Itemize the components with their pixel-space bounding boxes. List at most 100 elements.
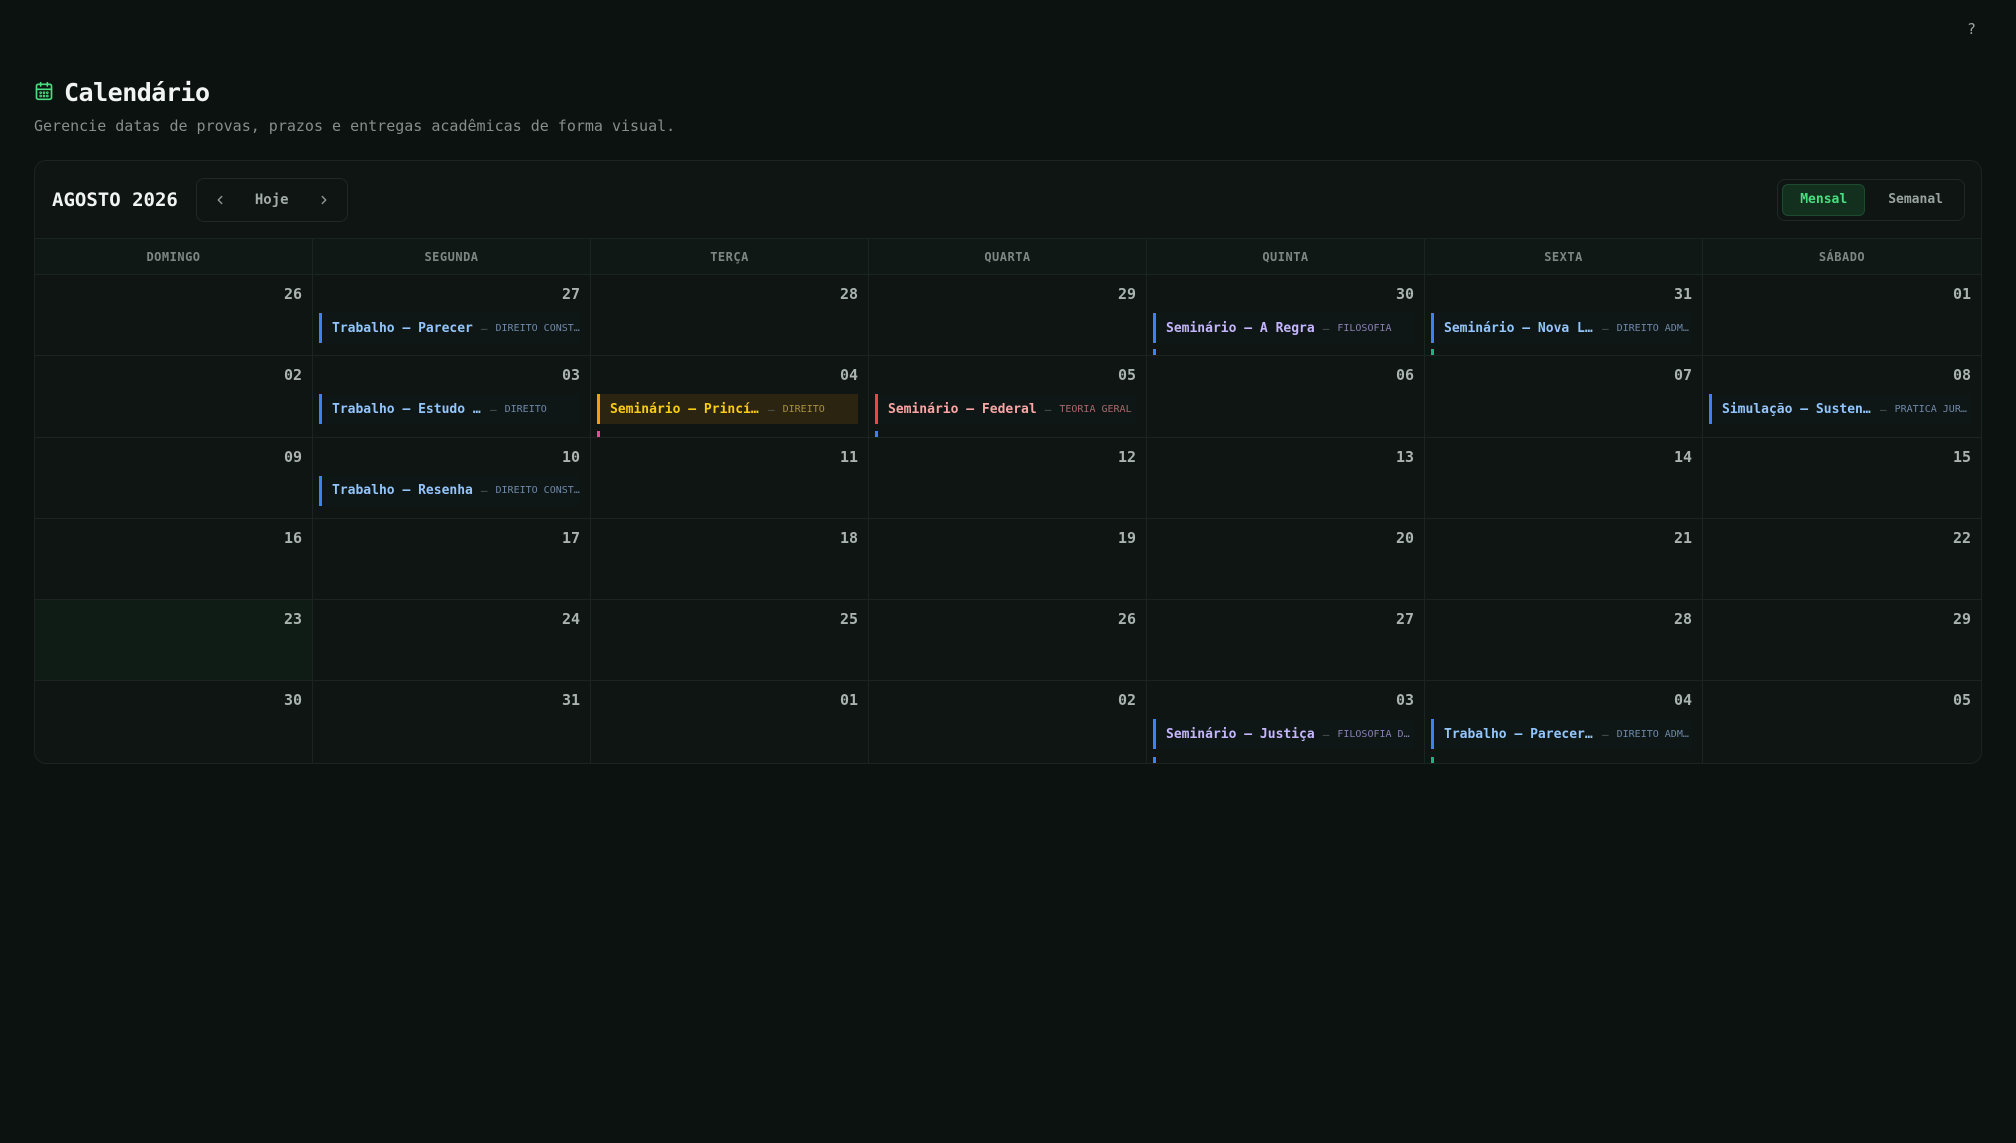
event-separator: — [1602, 321, 1609, 335]
event-separator: — [768, 402, 775, 416]
event-title: Trabalho — Parecer sobre [1444, 726, 1594, 742]
day-cell[interactable]: 06 [1147, 356, 1425, 438]
day-number: 08 [1952, 366, 1971, 385]
day-number: 26 [283, 285, 302, 303]
day-cell[interactable]: 15 [1703, 438, 1981, 519]
event-subject: FILOSOFIA DO DIREITO [1337, 728, 1414, 740]
event-separator: — [1880, 402, 1887, 416]
day-cell[interactable]: 07 [1425, 356, 1703, 438]
event-indicator-dot [875, 430, 878, 437]
day-number: 23 [283, 610, 302, 629]
month-label: AGOSTO 2026 [52, 188, 178, 211]
day-cell[interactable]: 30 [35, 681, 313, 763]
today-button[interactable]: Hoje [235, 192, 309, 208]
weekday-label: TERÇA [591, 239, 869, 274]
day-number: 29 [1952, 610, 1971, 629]
day-number: 09 [283, 447, 302, 466]
day-number: 05 [1117, 366, 1136, 385]
prev-month-button[interactable] [205, 185, 235, 215]
day-cell[interactable]: 14 [1425, 437, 1703, 519]
day-number: 06 [1395, 366, 1414, 385]
next-month-button[interactable] [309, 185, 339, 215]
calendar-event[interactable]: Seminário — Justiça — FILOSOFIA DO DIREITO [1153, 719, 1414, 750]
day-number: 19 [1117, 528, 1136, 547]
day-cell[interactable]: 29 [1703, 600, 1981, 682]
day-cell[interactable]: 27 [1147, 600, 1425, 682]
event-subject: FILOSOFIA [1337, 322, 1392, 334]
day-cell[interactable]: 27 Trabalho — Parecer — DIREITO CONSTITUCIO… [313, 275, 591, 357]
help-button[interactable]: ? [1967, 20, 1976, 38]
day-cell[interactable]: 25 [591, 600, 869, 682]
day-cell[interactable]: 28 [1425, 600, 1703, 682]
day-cell[interactable]: 28 [591, 275, 869, 357]
day-cell[interactable]: 18 [591, 518, 869, 601]
calendar-event[interactable]: Trabalho — Resenha — DIREITO CONSTITUCIONA… [319, 475, 580, 506]
day-cell[interactable]: 10 Trabalho — Resenha — DIREITO CONSTITUCIO… [313, 437, 591, 519]
weekday-label: SEGUNDA [313, 239, 591, 274]
day-cell[interactable]: 16 [35, 518, 313, 601]
calendar-grid: 26 27 Trabalho — Parecer — DIREITO CONSTITUC… [35, 275, 1981, 763]
day-cell[interactable]: 22 [1703, 519, 1981, 601]
day-number: 07 [1673, 366, 1692, 385]
event-indicator-dot [1153, 756, 1156, 763]
calendar-event[interactable]: Trabalho — Parecer sobre — DIREITO ADMINIS… [1431, 719, 1692, 750]
day-cell[interactable]: 02 [869, 681, 1147, 763]
calendar-event[interactable]: Trabalho — Parecer — DIREITO CONSTITUCIONA… [319, 313, 580, 343]
calendar-event[interactable]: Simulação — Sustentação — PRÁTICA JURÍDICA [1709, 394, 1971, 425]
event-title: Trabalho — Resenha [332, 483, 473, 499]
event-subject: DIREITO [782, 403, 825, 415]
event-title: Seminário — Federal [888, 401, 1037, 417]
day-cell[interactable]: 24 [313, 600, 591, 682]
chevron-right-icon [321, 195, 327, 204]
event-subject: DIREITO CONSTITUCIONAL [495, 485, 580, 497]
page-title: Calendário [64, 78, 210, 107]
calendar-toolbar: AGOSTO 2026 Hoje Mensal Semanal [35, 161, 1981, 239]
event-title: Seminário — A Regra [1166, 320, 1315, 336]
day-cell[interactable]: 31 Seminário — Nova Lei — DIREITO ADMINISTR… [1425, 275, 1703, 357]
day-cell[interactable]: 04 Trabalho — Parecer sobre — DIREITO ADMIN… [1425, 681, 1703, 763]
calendar-event[interactable]: Seminário — A Regra — FILOSOFIA [1153, 313, 1414, 343]
view-monthly-button[interactable]: Mensal [1782, 183, 1866, 216]
day-cell[interactable]: 29 [869, 275, 1147, 357]
day-cell[interactable]: 03 Seminário — Justiça — FILOSOFIA DO DIREI… [1147, 681, 1425, 763]
day-cell[interactable]: 03 Trabalho — Estudo de Caso — DIREITO [313, 356, 591, 438]
day-cell-today[interactable]: 23 [35, 600, 313, 682]
day-number: 13 [1395, 447, 1414, 466]
day-cell[interactable]: 26 [869, 600, 1147, 682]
day-cell[interactable]: 21 [1425, 518, 1703, 601]
weekday-header: DOMINGO SEGUNDA TERÇA QUARTA QUINTA SEXT… [35, 239, 1981, 275]
day-cell[interactable]: 05 Seminário — Federal — TEORIA GERAL [869, 356, 1147, 438]
day-number: 11 [839, 447, 858, 466]
day-number: 21 [1673, 528, 1692, 547]
day-cell[interactable]: 05 [1703, 681, 1981, 762]
day-number: 27 [1395, 610, 1414, 629]
event-title: Seminário — Nova Lei [1444, 320, 1594, 336]
view-weekly-button[interactable]: Semanal [1871, 184, 1960, 216]
day-cell[interactable]: 12 [869, 437, 1147, 519]
day-cell[interactable]: 19 [869, 518, 1147, 601]
day-cell[interactable]: 17 [313, 518, 591, 601]
day-cell[interactable]: 04 Seminário — Princípio — DIREITO [591, 356, 869, 438]
day-cell[interactable]: 31 [313, 681, 591, 763]
day-number: 01 [839, 691, 858, 710]
day-cell[interactable]: 01 [591, 681, 869, 763]
day-cell[interactable]: 20 [1147, 518, 1425, 601]
calendar-card: AGOSTO 2026 Hoje Mensal Semanal DOMINGO … [34, 160, 1982, 764]
day-cell[interactable]: 09 [35, 437, 313, 519]
day-cell[interactable]: 01 [1703, 275, 1981, 357]
event-separator: — [1602, 727, 1609, 741]
day-cell[interactable]: 11 [591, 437, 869, 519]
day-cell[interactable]: 02 [35, 356, 313, 438]
calendar-event[interactable]: Trabalho — Estudo de Caso — DIREITO [319, 394, 580, 425]
day-cell[interactable]: 26 [35, 275, 313, 357]
calendar-event[interactable]: Seminário — Nova Lei — DIREITO ADMINISTRAT… [1431, 313, 1692, 343]
day-cell[interactable]: 30 Seminário — A Regra — FILOSOFIA [1147, 275, 1425, 357]
day-number: 03 [1395, 691, 1414, 710]
calendar-event[interactable]: Seminário — Federal — TEORIA GERAL [875, 394, 1136, 425]
event-subject: DIREITO ADMINISTRATIVO [1616, 322, 1692, 334]
month-navigation: Hoje [195, 177, 348, 222]
day-cell[interactable]: 08 Simulação — Sustentação — PRÁTICA JURÍDI… [1703, 356, 1981, 438]
calendar-event[interactable]: Seminário — Princípio — DIREITO [597, 394, 858, 425]
day-number: 24 [561, 610, 580, 629]
day-cell[interactable]: 13 [1147, 437, 1425, 519]
